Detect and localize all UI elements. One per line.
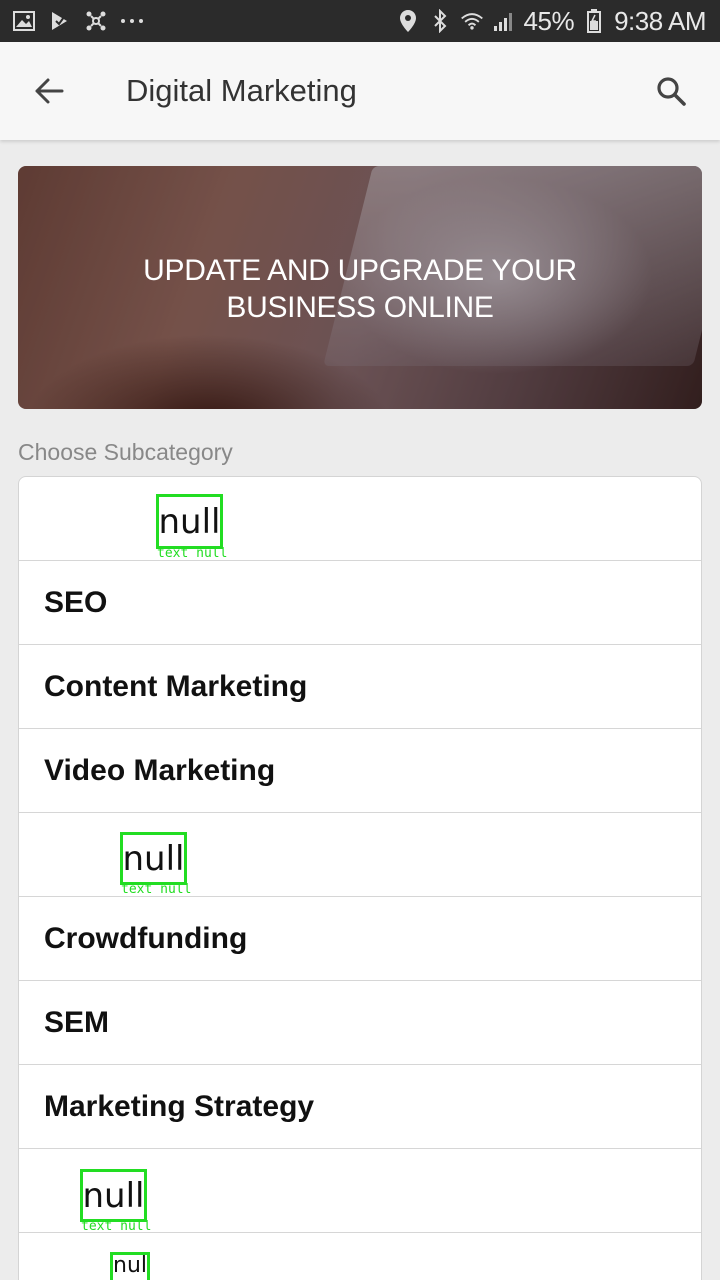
subcategory-label: Crowdfunding — [44, 921, 248, 955]
battery-percent: 45% — [523, 5, 575, 36]
bluetooth-icon — [428, 9, 452, 33]
promo-banner[interactable]: UPDATE AND UPGRADE YOUR BUSINESS ONLINE — [18, 166, 702, 409]
subcategory-label: Marketing Strategy — [44, 1089, 315, 1123]
subcategory-label: Content Marketing — [44, 669, 308, 703]
signal-icon — [492, 9, 516, 33]
page-title: Digital Marketing — [126, 73, 357, 108]
null-overlay-box: null — [120, 832, 187, 885]
location-icon — [396, 9, 420, 33]
subcategory-item[interactable]: null text null — [19, 1149, 701, 1234]
app-bar: Digital Marketing — [0, 42, 720, 140]
battery-icon — [582, 9, 606, 33]
network-icon — [84, 9, 108, 33]
back-arrow-icon — [35, 78, 64, 104]
subcategory-item[interactable]: null text null — [19, 813, 701, 897]
status-bar-right: 45% 9:38 AM — [396, 6, 706, 37]
check-flag-icon — [48, 9, 72, 33]
null-overlay-box: null — [156, 494, 223, 549]
subcategory-item-crowdfunding[interactable]: Crowdfunding — [19, 897, 701, 981]
subcategory-label: SEO — [44, 585, 108, 619]
banner-headline: UPDATE AND UPGRADE YOUR BUSINESS ONLINE — [143, 254, 577, 324]
status-bar: 45% 9:38 AM — [0, 0, 720, 42]
null-overlay-caption: text null — [81, 1219, 152, 1234]
subcategory-label: SEM — [44, 1005, 110, 1039]
null-overlay-box: nul — [110, 1252, 150, 1280]
search-icon — [657, 77, 686, 106]
subcategory-label: Video Marketing — [44, 753, 276, 787]
status-bar-left — [12, 9, 144, 33]
null-overlay-box: null — [80, 1169, 147, 1222]
more-dots-icon — [120, 9, 144, 33]
subcategory-item-sem[interactable]: SEM — [19, 981, 701, 1065]
null-overlay-caption: text null — [121, 882, 192, 897]
subcategory-item[interactable]: null text null — [19, 477, 701, 561]
search-button[interactable] — [640, 60, 702, 122]
subcategory-item-video-marketing[interactable]: Video Marketing — [19, 729, 701, 813]
null-overlay-caption: text null — [157, 546, 228, 561]
subcategory-item-seo[interactable]: SEO — [19, 561, 701, 645]
subcategory-heading: Choose Subcategory — [18, 439, 233, 465]
back-button[interactable] — [18, 60, 80, 122]
clock: 9:38 AM — [614, 5, 706, 36]
subcategory-item[interactable]: nul — [19, 1233, 701, 1280]
wifi-icon — [460, 9, 484, 33]
subcategory-list: null text null SEO Content Marketing Vid… — [18, 476, 702, 1280]
subcategory-item-content-marketing[interactable]: Content Marketing — [19, 645, 701, 729]
gallery-icon — [12, 9, 36, 33]
subcategory-item-marketing-strategy[interactable]: Marketing Strategy — [19, 1065, 701, 1149]
